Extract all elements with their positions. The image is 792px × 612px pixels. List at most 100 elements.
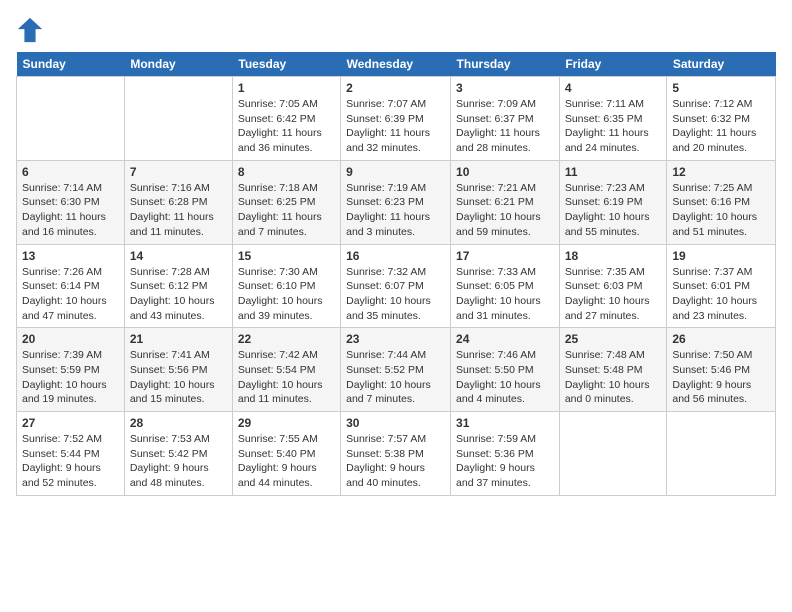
day-number: 31 bbox=[456, 416, 554, 430]
calendar-cell: 4 Sunrise: 7:11 AMSunset: 6:35 PMDaylight… bbox=[559, 77, 667, 161]
day-detail: Sunrise: 7:32 AMSunset: 6:07 PMDaylight:… bbox=[346, 265, 445, 324]
day-detail: Sunrise: 7:23 AMSunset: 6:19 PMDaylight:… bbox=[565, 181, 662, 240]
day-detail: Sunrise: 7:26 AMSunset: 6:14 PMDaylight:… bbox=[22, 265, 119, 324]
day-detail: Sunrise: 7:05 AMSunset: 6:42 PMDaylight:… bbox=[238, 97, 335, 156]
day-detail: Sunrise: 7:14 AMSunset: 6:30 PMDaylight:… bbox=[22, 181, 119, 240]
calendar-cell: 24 Sunrise: 7:46 AMSunset: 5:50 PMDayligh… bbox=[451, 328, 560, 412]
day-detail: Sunrise: 7:18 AMSunset: 6:25 PMDaylight:… bbox=[238, 181, 335, 240]
day-detail: Sunrise: 7:39 AMSunset: 5:59 PMDaylight:… bbox=[22, 348, 119, 407]
day-detail: Sunrise: 7:21 AMSunset: 6:21 PMDaylight:… bbox=[456, 181, 554, 240]
calendar-week-row: 27 Sunrise: 7:52 AMSunset: 5:44 PMDayligh… bbox=[17, 412, 776, 496]
day-number: 10 bbox=[456, 165, 554, 179]
day-number: 3 bbox=[456, 81, 554, 95]
day-number: 29 bbox=[238, 416, 335, 430]
day-detail: Sunrise: 7:50 AMSunset: 5:46 PMDaylight:… bbox=[672, 348, 770, 407]
day-number: 13 bbox=[22, 249, 119, 263]
day-number: 21 bbox=[130, 332, 227, 346]
calendar-cell: 29 Sunrise: 7:55 AMSunset: 5:40 PMDayligh… bbox=[232, 412, 340, 496]
calendar-cell: 6 Sunrise: 7:14 AMSunset: 6:30 PMDaylight… bbox=[17, 160, 125, 244]
day-number: 6 bbox=[22, 165, 119, 179]
day-number: 20 bbox=[22, 332, 119, 346]
calendar-cell: 2 Sunrise: 7:07 AMSunset: 6:39 PMDaylight… bbox=[341, 77, 451, 161]
calendar-cell: 17Sunrise: 7:33 AMSunset: 6:05 PMDayligh… bbox=[451, 244, 560, 328]
day-detail: Sunrise: 7:52 AMSunset: 5:44 PMDaylight:… bbox=[22, 432, 119, 491]
calendar-week-row: 13 Sunrise: 7:26 AMSunset: 6:14 PMDayligh… bbox=[17, 244, 776, 328]
calendar-week-row: 20 Sunrise: 7:39 AMSunset: 5:59 PMDayligh… bbox=[17, 328, 776, 412]
calendar-cell: 5 Sunrise: 7:12 AMSunset: 6:32 PMDaylight… bbox=[667, 77, 776, 161]
calendar-cell: 13 Sunrise: 7:26 AMSunset: 6:14 PMDayligh… bbox=[17, 244, 125, 328]
day-detail: Sunrise: 7:12 AMSunset: 6:32 PMDaylight:… bbox=[672, 97, 770, 156]
day-detail: Sunrise: 7:11 AMSunset: 6:35 PMDaylight:… bbox=[565, 97, 662, 156]
day-number: 12 bbox=[672, 165, 770, 179]
day-number: 19 bbox=[672, 249, 770, 263]
weekday-header: Tuesday bbox=[232, 52, 340, 77]
day-number: 26 bbox=[672, 332, 770, 346]
calendar-week-row: 6 Sunrise: 7:14 AMSunset: 6:30 PMDaylight… bbox=[17, 160, 776, 244]
page-header bbox=[16, 16, 776, 44]
day-detail: Sunrise: 7:09 AMSunset: 6:37 PMDaylight:… bbox=[456, 97, 554, 156]
calendar-cell: 27 Sunrise: 7:52 AMSunset: 5:44 PMDayligh… bbox=[17, 412, 125, 496]
day-detail: Sunrise: 7:57 AMSunset: 5:38 PMDaylight:… bbox=[346, 432, 445, 491]
calendar-table: SundayMondayTuesdayWednesdayThursdayFrid… bbox=[16, 52, 776, 496]
day-detail: Sunrise: 7:42 AMSunset: 5:54 PMDaylight:… bbox=[238, 348, 335, 407]
calendar-cell: 30 Sunrise: 7:57 AMSunset: 5:38 PMDayligh… bbox=[341, 412, 451, 496]
day-number: 23 bbox=[346, 332, 445, 346]
calendar-cell: 11 Sunrise: 7:23 AMSunset: 6:19 PMDayligh… bbox=[559, 160, 667, 244]
day-number: 7 bbox=[130, 165, 227, 179]
day-detail: Sunrise: 7:46 AMSunset: 5:50 PMDaylight:… bbox=[456, 348, 554, 407]
logo-icon bbox=[16, 16, 44, 44]
calendar-cell: 21 Sunrise: 7:41 AMSunset: 5:56 PMDayligh… bbox=[124, 328, 232, 412]
calendar-cell: 12Sunrise: 7:25 AMSunset: 6:16 PMDayligh… bbox=[667, 160, 776, 244]
day-detail: Sunrise: 7:48 AMSunset: 5:48 PMDaylight:… bbox=[565, 348, 662, 407]
weekday-header: Friday bbox=[559, 52, 667, 77]
calendar-cell: 20 Sunrise: 7:39 AMSunset: 5:59 PMDayligh… bbox=[17, 328, 125, 412]
day-number: 24 bbox=[456, 332, 554, 346]
day-detail: Sunrise: 7:55 AMSunset: 5:40 PMDaylight:… bbox=[238, 432, 335, 491]
calendar-cell bbox=[17, 77, 125, 161]
day-number: 1 bbox=[238, 81, 335, 95]
calendar-cell bbox=[559, 412, 667, 496]
calendar-cell: 10 Sunrise: 7:21 AMSunset: 6:21 PMDayligh… bbox=[451, 160, 560, 244]
day-detail: Sunrise: 7:59 AMSunset: 5:36 PMDaylight:… bbox=[456, 432, 554, 491]
weekday-header: Monday bbox=[124, 52, 232, 77]
weekday-header: Saturday bbox=[667, 52, 776, 77]
day-number: 4 bbox=[565, 81, 662, 95]
calendar-cell bbox=[124, 77, 232, 161]
day-number: 17 bbox=[456, 249, 554, 263]
day-number: 15 bbox=[238, 249, 335, 263]
calendar-cell: 9Sunrise: 7:19 AMSunset: 6:23 PMDaylight… bbox=[341, 160, 451, 244]
calendar-cell: 19 Sunrise: 7:37 AMSunset: 6:01 PMDayligh… bbox=[667, 244, 776, 328]
weekday-header-row: SundayMondayTuesdayWednesdayThursdayFrid… bbox=[17, 52, 776, 77]
day-number: 14 bbox=[130, 249, 227, 263]
day-detail: Sunrise: 7:16 AMSunset: 6:28 PMDaylight:… bbox=[130, 181, 227, 240]
day-detail: Sunrise: 7:30 AMSunset: 6:10 PMDaylight:… bbox=[238, 265, 335, 324]
calendar-cell: 3 Sunrise: 7:09 AMSunset: 6:37 PMDaylight… bbox=[451, 77, 560, 161]
day-number: 5 bbox=[672, 81, 770, 95]
calendar-cell: 22 Sunrise: 7:42 AMSunset: 5:54 PMDayligh… bbox=[232, 328, 340, 412]
day-number: 11 bbox=[565, 165, 662, 179]
day-number: 2 bbox=[346, 81, 445, 95]
day-number: 22 bbox=[238, 332, 335, 346]
calendar-cell: 31 Sunrise: 7:59 AMSunset: 5:36 PMDayligh… bbox=[451, 412, 560, 496]
day-number: 27 bbox=[22, 416, 119, 430]
calendar-cell: 23Sunrise: 7:44 AMSunset: 5:52 PMDayligh… bbox=[341, 328, 451, 412]
day-detail: Sunrise: 7:19 AMSunset: 6:23 PMDaylight:… bbox=[346, 181, 445, 240]
calendar-cell: 16Sunrise: 7:32 AMSunset: 6:07 PMDayligh… bbox=[341, 244, 451, 328]
day-detail: Sunrise: 7:07 AMSunset: 6:39 PMDaylight:… bbox=[346, 97, 445, 156]
day-detail: Sunrise: 7:37 AMSunset: 6:01 PMDaylight:… bbox=[672, 265, 770, 324]
calendar-cell: 7 Sunrise: 7:16 AMSunset: 6:28 PMDaylight… bbox=[124, 160, 232, 244]
day-number: 18 bbox=[565, 249, 662, 263]
calendar-cell: 1 Sunrise: 7:05 AMSunset: 6:42 PMDaylight… bbox=[232, 77, 340, 161]
calendar-cell: 26 Sunrise: 7:50 AMSunset: 5:46 PMDayligh… bbox=[667, 328, 776, 412]
day-detail: Sunrise: 7:35 AMSunset: 6:03 PMDaylight:… bbox=[565, 265, 662, 324]
day-detail: Sunrise: 7:41 AMSunset: 5:56 PMDaylight:… bbox=[130, 348, 227, 407]
day-detail: Sunrise: 7:53 AMSunset: 5:42 PMDaylight:… bbox=[130, 432, 227, 491]
weekday-header: Wednesday bbox=[341, 52, 451, 77]
calendar-cell: 15 Sunrise: 7:30 AMSunset: 6:10 PMDayligh… bbox=[232, 244, 340, 328]
day-number: 30 bbox=[346, 416, 445, 430]
calendar-cell: 8 Sunrise: 7:18 AMSunset: 6:25 PMDaylight… bbox=[232, 160, 340, 244]
calendar-cell: 18 Sunrise: 7:35 AMSunset: 6:03 PMDayligh… bbox=[559, 244, 667, 328]
calendar-week-row: 1 Sunrise: 7:05 AMSunset: 6:42 PMDaylight… bbox=[17, 77, 776, 161]
day-number: 8 bbox=[238, 165, 335, 179]
calendar-cell: 14Sunrise: 7:28 AMSunset: 6:12 PMDayligh… bbox=[124, 244, 232, 328]
